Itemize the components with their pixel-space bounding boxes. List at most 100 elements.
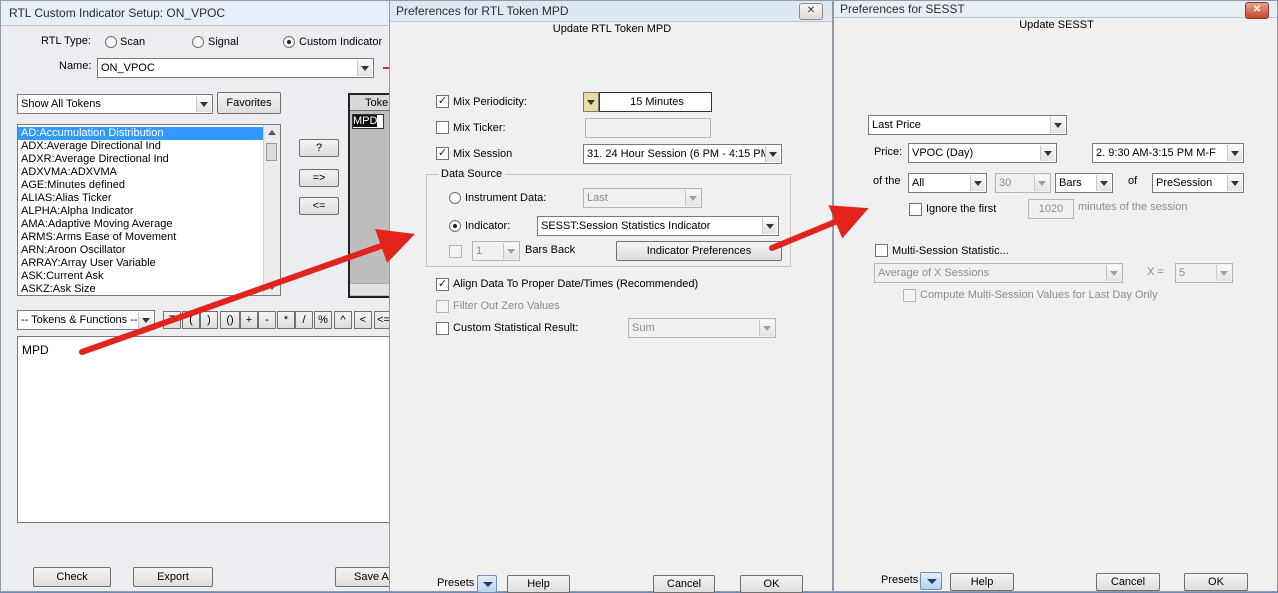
- token-list-item[interactable]: ADX:Average Directional Ind: [18, 140, 280, 153]
- op-button-less-than[interactable]: <: [354, 311, 372, 329]
- help-button[interactable]: Help: [507, 575, 570, 593]
- align-data-checkbox[interactable]: ✓: [436, 278, 449, 291]
- mix-periodicity-checkbox[interactable]: ✓: [436, 95, 449, 108]
- export-button[interactable]: Export: [133, 567, 213, 587]
- presession-select[interactable]: PreSession: [1152, 173, 1244, 193]
- cancel-button[interactable]: Cancel: [1096, 573, 1160, 591]
- chevron-down-icon[interactable]: [1106, 265, 1121, 281]
- cancel-button[interactable]: Cancel: [653, 575, 715, 593]
- chevron-down-icon[interactable]: [1227, 175, 1242, 191]
- token-list-item[interactable]: ADXR:Average Directional Ind: [18, 153, 280, 166]
- instrument-data-select[interactable]: Last: [583, 188, 702, 208]
- formula-editor[interactable]: MPD: [17, 336, 393, 523]
- indicator-select[interactable]: SESST:Session Statistics Indicator: [537, 216, 779, 236]
- x-sessions-select[interactable]: 5: [1175, 263, 1233, 283]
- op-button-power[interactable]: ^: [334, 311, 352, 329]
- close-icon[interactable]: ✕: [799, 3, 823, 20]
- name-combo[interactable]: ON_VPOC: [97, 58, 374, 78]
- price-source-select[interactable]: Last Price: [868, 115, 1067, 135]
- mix-session-select[interactable]: 31. 24 Hour Session (6 PM - 4:15 PM: [583, 144, 782, 164]
- chevron-down-icon[interactable]: [1050, 117, 1065, 133]
- radio-scan[interactable]: [105, 36, 117, 48]
- custom-stat-select[interactable]: Sum: [628, 318, 776, 338]
- token-list-item[interactable]: AMA:Adaptive Moving Average: [18, 218, 280, 231]
- token-list-item[interactable]: ASK:Current Ask: [18, 270, 280, 283]
- token-table[interactable]: Toke MPD: [348, 93, 395, 298]
- tokens-functions-select[interactable]: -- Tokens & Functions --: [17, 310, 155, 330]
- average-sessions-select[interactable]: Average of X Sessions: [874, 263, 1123, 283]
- token-cell[interactable]: MPD: [352, 114, 384, 129]
- check-button[interactable]: Check: [33, 567, 111, 587]
- scroll-up-icon[interactable]: [268, 130, 276, 135]
- chevron-down-icon[interactable]: [503, 243, 518, 259]
- scroll-down-icon[interactable]: [268, 285, 276, 290]
- op-button-plus[interactable]: +: [240, 311, 258, 329]
- ok-button[interactable]: OK: [740, 575, 803, 593]
- op-button-parens[interactable]: (): [220, 311, 240, 329]
- scroll-thumb[interactable]: [266, 143, 277, 161]
- ignore-first-checkbox[interactable]: [909, 203, 922, 216]
- filter-zero-checkbox[interactable]: [436, 300, 449, 313]
- radio-indicator[interactable]: [449, 220, 461, 232]
- close-icon[interactable]: ✕: [1245, 2, 1269, 19]
- indicator-preferences-button[interactable]: Indicator Preferences: [616, 241, 782, 261]
- token-list-item[interactable]: ALPHA:Alpha Indicator: [18, 205, 280, 218]
- ok-button[interactable]: OK: [1184, 573, 1248, 591]
- radio-signal[interactable]: [192, 36, 204, 48]
- token-list[interactable]: AD:Accumulation Distribution ADX:Average …: [17, 124, 281, 296]
- remove-token-button[interactable]: <=: [299, 197, 339, 215]
- chevron-down-icon[interactable]: [138, 312, 153, 328]
- unit-select[interactable]: Bars: [1055, 173, 1113, 193]
- add-token-button[interactable]: =>: [299, 169, 339, 187]
- mix-session-checkbox[interactable]: ✓: [436, 147, 449, 160]
- radio-instrument-data[interactable]: [449, 192, 461, 204]
- chevron-down-icon[interactable]: [357, 60, 372, 76]
- chevron-down-icon[interactable]: [1040, 145, 1055, 161]
- chevron-down-icon[interactable]: [970, 175, 985, 191]
- mix-periodicity-field[interactable]: 15 Minutes: [599, 92, 712, 112]
- chevron-down-icon[interactable]: [762, 218, 777, 234]
- multi-session-checkbox[interactable]: [875, 244, 888, 257]
- token-list-item[interactable]: ARRAY:Array User Variable: [18, 257, 280, 270]
- op-button-open-paren[interactable]: (: [182, 311, 200, 329]
- token-help-button[interactable]: ?: [299, 139, 339, 157]
- op-button-multiply[interactable]: *: [277, 311, 295, 329]
- chevron-down-icon[interactable]: [1034, 175, 1049, 191]
- bars-back-checkbox[interactable]: [449, 245, 462, 258]
- token-list-item[interactable]: AD:Accumulation Distribution: [18, 127, 280, 140]
- help-button[interactable]: Help: [950, 573, 1014, 591]
- favorites-button[interactable]: Favorites: [217, 92, 281, 114]
- presets-dropdown-button[interactable]: [477, 575, 497, 593]
- periodicity-dropdown-button[interactable]: [583, 92, 599, 112]
- op-button-percent[interactable]: %: [314, 311, 332, 329]
- save-as-button[interactable]: Save A: [335, 567, 393, 587]
- chevron-down-icon[interactable]: [196, 96, 211, 112]
- custom-stat-checkbox[interactable]: [436, 322, 449, 335]
- token-list-item[interactable]: ALIAS:Alias Ticker: [18, 192, 280, 205]
- chevron-down-icon[interactable]: [1227, 145, 1242, 161]
- compute-last-day-checkbox[interactable]: [903, 289, 916, 302]
- op-button-divide[interactable]: /: [295, 311, 313, 329]
- mix-ticker-field[interactable]: [585, 118, 711, 138]
- op-button-close-paren[interactable]: ): [200, 311, 218, 329]
- chevron-down-icon[interactable]: [685, 190, 700, 206]
- token-list-item[interactable]: ARN:Aroon Oscillator: [18, 244, 280, 257]
- range-select[interactable]: All: [908, 173, 987, 193]
- token-list-item[interactable]: ARMS:Arms Ease of Movement: [18, 231, 280, 244]
- mix-ticker-checkbox[interactable]: [436, 121, 449, 134]
- session-select[interactable]: 2. 9:30 AM-3:15 PM M-F: [1092, 143, 1244, 163]
- radio-custom-indicator[interactable]: [283, 36, 295, 48]
- bars-back-select[interactable]: 1: [472, 241, 520, 261]
- chevron-down-icon[interactable]: [765, 146, 780, 162]
- token-list-item[interactable]: ADXVMA:ADXVMA: [18, 166, 280, 179]
- op-button-t[interactable]: T: [163, 311, 181, 329]
- token-list-scrollbar[interactable]: [263, 125, 280, 295]
- chevron-down-icon[interactable]: [1216, 265, 1231, 281]
- op-button-minus[interactable]: -: [258, 311, 276, 329]
- chevron-down-icon[interactable]: [759, 320, 774, 336]
- price-type-select[interactable]: VPOC (Day): [908, 143, 1057, 163]
- chevron-down-icon[interactable]: [1096, 175, 1111, 191]
- presets-dropdown-button[interactable]: [920, 572, 942, 590]
- bar-count-select[interactable]: 30: [995, 173, 1051, 193]
- token-list-item[interactable]: ASKZ:Ask Size: [18, 283, 280, 295]
